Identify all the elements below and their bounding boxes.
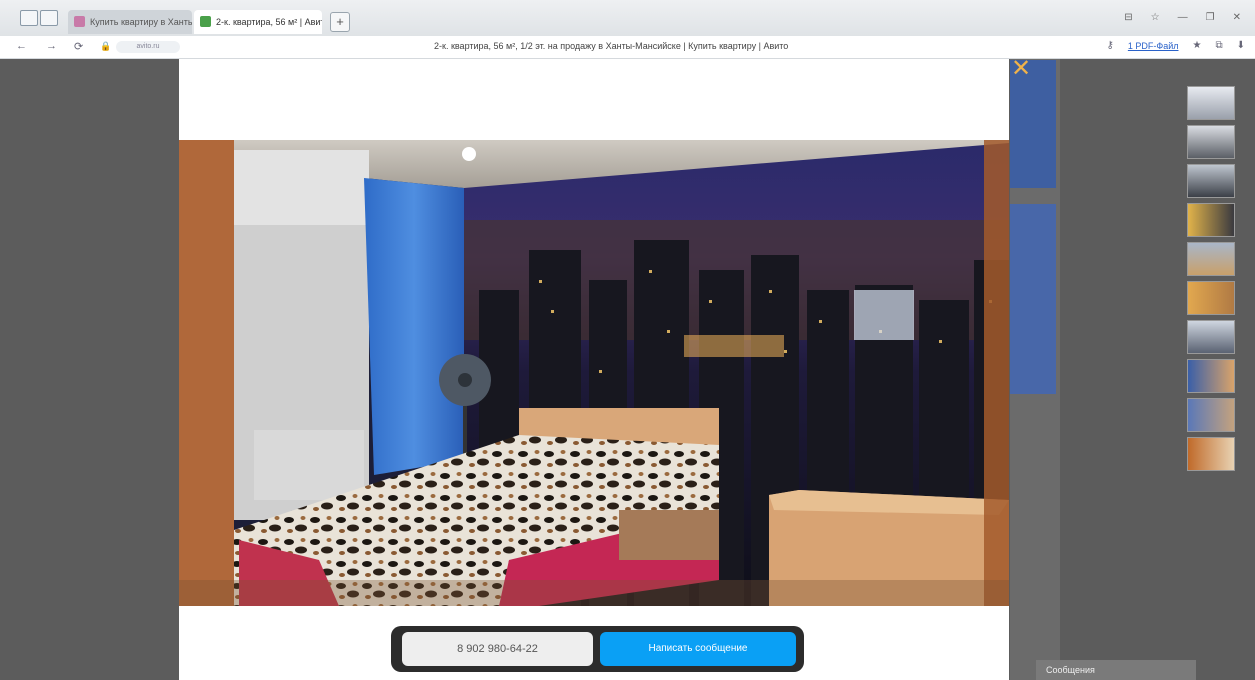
maximize-button[interactable]: ❐ [1206,12,1215,23]
reload-button[interactable]: ⟳ [74,40,83,53]
thumbnail[interactable] [1187,86,1235,120]
tab-overview-icon[interactable] [40,10,58,26]
window-menu-icon[interactable] [20,10,38,26]
download-icon[interactable]: ⬇ [1237,40,1245,51]
window-button[interactable]: ☆ [1151,12,1160,23]
minimize-button[interactable]: — [1178,12,1188,23]
address-tools: ⚷ 1 PDF-Файл ★ ⧉ ⬇ [1107,40,1245,51]
window-button[interactable]: ⊟ [1124,12,1132,23]
phone-number-button[interactable]: 8 902 980-64-22 [402,632,593,666]
thumbnail[interactable] [1187,125,1235,159]
tab-listings[interactable]: Купить квартиру в Ханты-Мансийске | Авит… [68,10,192,34]
bedroom-photo-image [179,140,1009,606]
url-domain[interactable]: avito.ru [116,41,180,53]
messages-widget[interactable]: Сообщения [1036,660,1196,680]
browser-tab-strip: Купить квартиру в Ханты-Мансийске | Авит… [0,0,1255,36]
messages-label: Сообщения [1046,665,1095,675]
ad-banner [1010,204,1056,394]
close-gallery-button[interactable]: ✕ [1010,57,1032,81]
thumbnail-strip [1187,86,1235,476]
thumbnail[interactable] [1187,203,1235,237]
thumbnail[interactable] [1187,164,1235,198]
thumbnail[interactable] [1187,398,1235,432]
gallery-photo[interactable] [179,140,1009,606]
key-icon[interactable]: ⚷ [1107,40,1114,51]
copy-icon[interactable]: ⧉ [1215,40,1222,51]
window-controls: ⊟ ☆ — ❐ ✕ [1124,12,1241,23]
close-window-button[interactable]: ✕ [1233,12,1241,23]
thumbnail[interactable] [1187,437,1235,471]
pdf-link[interactable]: 1 PDF-Файл [1128,41,1179,51]
send-message-button[interactable]: Написать сообщение [600,632,796,666]
thumbnail[interactable] [1187,320,1235,354]
thumbnail[interactable] [1187,281,1235,315]
address-bar: ← → ⟳ 🔒 avito.ru 2-к. квартира, 56 м², 1… [0,36,1255,59]
thumbnail[interactable] [1187,242,1235,276]
avito-favicon-icon [74,16,85,27]
tab-label: 2-к. квартира, 56 м² | Авито [216,17,322,27]
bookmark-icon[interactable]: ★ [1193,40,1202,51]
avito-favicon-icon [200,16,211,27]
new-tab-button[interactable]: + [330,12,350,32]
lock-icon: 🔒 [100,41,112,51]
page-title: 2-к. квартира, 56 м², 1/2 эт. на продажу… [434,41,789,51]
forward-button[interactable]: → [46,40,57,52]
thumbnail[interactable] [1187,359,1235,393]
back-button[interactable]: ← [16,40,27,52]
tab-label: Купить квартиру в Ханты-Мансийске | Авит… [90,17,192,27]
tab-apartment[interactable]: 2-к. квартира, 56 м² | Авито [194,10,322,34]
